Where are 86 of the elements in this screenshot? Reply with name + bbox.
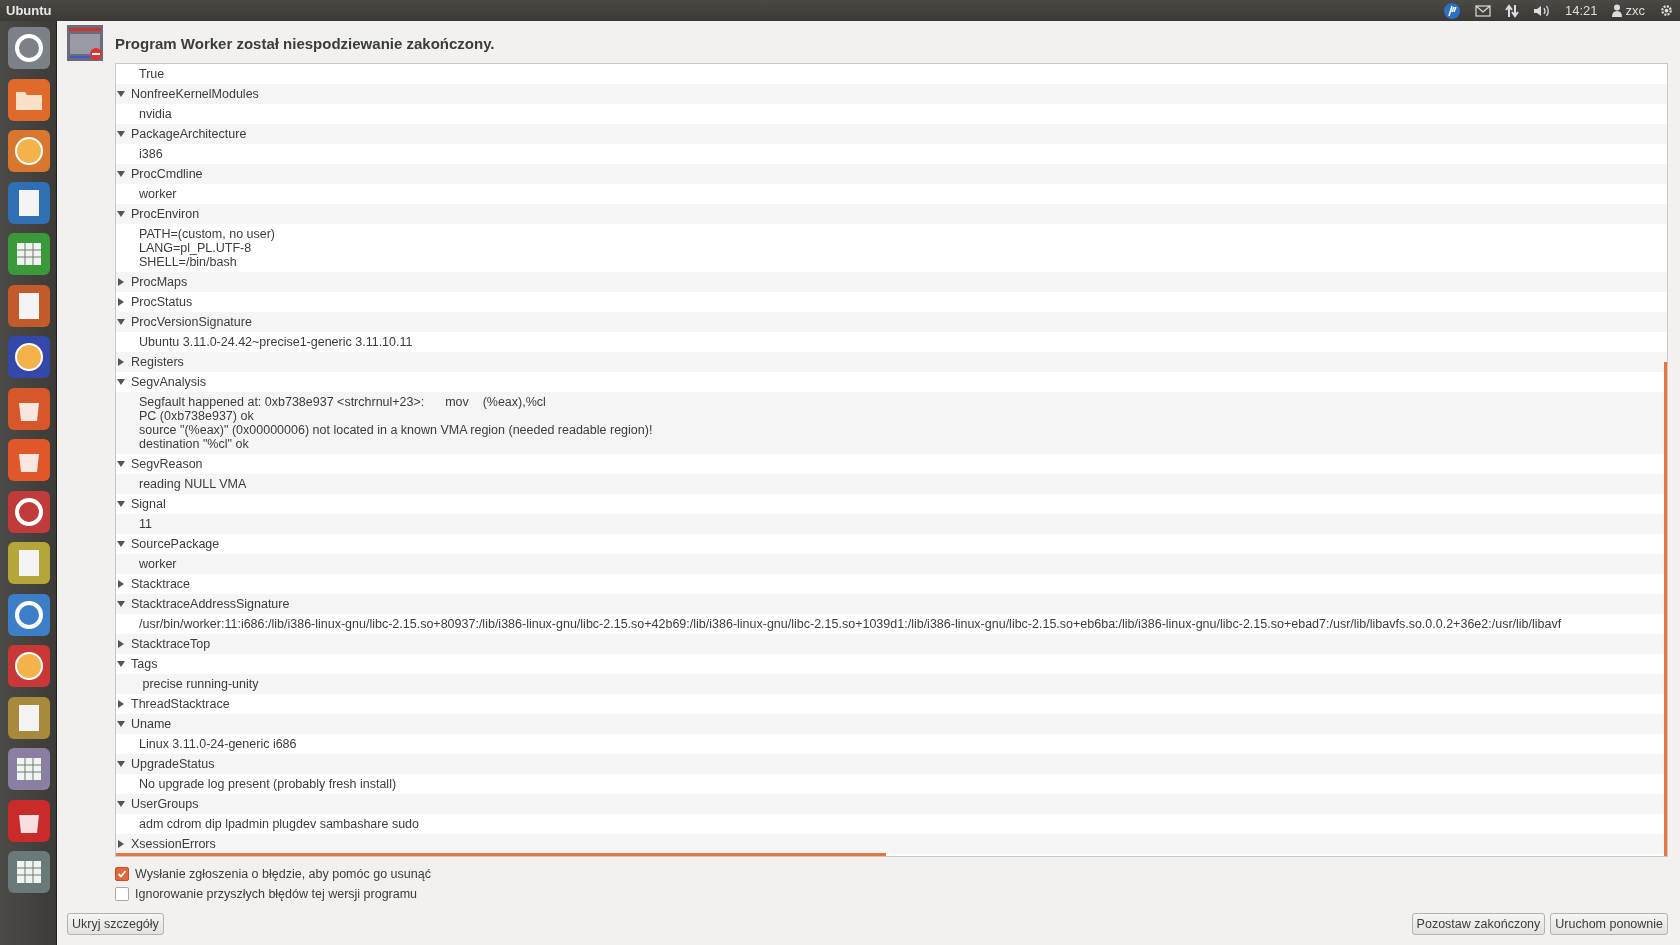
expanded-arrow-icon[interactable] (117, 90, 125, 98)
hide-details-button[interactable]: Ukryj szczegóły (67, 913, 164, 935)
checkbox-label[interactable]: Wysłanie zgłoszenia o błędzie, aby pomóc go usunąć (135, 867, 431, 881)
field-value: 11 (139, 517, 152, 531)
presentation-icon[interactable] (6, 283, 51, 328)
user-icon[interactable] (1611, 4, 1622, 17)
expanded-arrow-icon[interactable] (117, 170, 125, 178)
field-value: worker (139, 187, 177, 201)
expanded-arrow-icon[interactable] (117, 540, 125, 548)
collapsed-arrow-icon[interactable] (117, 580, 125, 588)
volume-icon[interactable] (1532, 3, 1551, 18)
collapsed-arrow-icon[interactable] (117, 640, 125, 648)
field-value: SHELL=/bin/bash (139, 255, 237, 269)
document-icon[interactable] (6, 180, 51, 225)
field-name[interactable]: ThreadStacktrace (131, 697, 230, 711)
field-value: precise running-unity (141, 677, 259, 691)
field-name[interactable]: Stacktrace (131, 577, 191, 591)
field-name[interactable]: StacktraceTop (131, 637, 211, 651)
folder-icon[interactable] (6, 77, 51, 122)
field-name[interactable]: ProcEnviron (131, 207, 200, 221)
expanded-arrow-icon[interactable] (117, 720, 125, 728)
field-value: /usr/bin/worker:11:i686:/lib/i386-linux-gnu/libc-2.15.so+80937:/lib/i386-linux-gnu/libc-2.15.so+42b69:/lib/i386-linux-gnu/libc-2.15.so+1039d1:/lib/i386-linux-gnu/libc-2.15.so+eb6ba:/lib/i386-linux-gnu/libc-2.15.so+ebad7:/usr/lib/libavfs.so.0.0.2+36e2:/usr/lib/libavf (139, 617, 1562, 631)
field-name[interactable]: StacktraceAddressSignature (131, 597, 290, 611)
field-name[interactable]: SourcePackage (131, 537, 220, 551)
top-bar-title: Ubuntu (6, 3, 52, 18)
field-value: PC (0xb738e937) ok (139, 409, 254, 423)
field-name[interactable]: ProcMaps (131, 275, 188, 289)
field-name[interactable]: Signal (131, 497, 166, 511)
expanded-arrow-icon[interactable] (117, 500, 125, 508)
user-name[interactable]: zxc (1625, 3, 1645, 18)
field-value: Segfault happened at: 0xb738e937 <strchrnul+23>: mov (%eax),%cl (139, 395, 546, 409)
field-name[interactable]: PackageArchitecture (131, 127, 247, 141)
field-value: Linux 3.11.0-24-generic i686 (139, 737, 297, 751)
relaunch-button[interactable]: Uruchom ponownie (1550, 913, 1668, 935)
collapsed-arrow-icon[interactable] (117, 840, 125, 848)
settings-icon[interactable] (1659, 3, 1674, 18)
field-name[interactable]: Registers (131, 355, 184, 369)
field-value: adm cdrom dip lpadmin plugdev sambashare sudo (139, 817, 420, 831)
network-arrows-icon[interactable] (1504, 3, 1519, 18)
field-name[interactable]: Tags (131, 657, 158, 671)
field-name[interactable]: UpgradeStatus (131, 757, 215, 771)
expanded-arrow-icon[interactable] (117, 210, 125, 218)
leave-closed-button[interactable]: Pozostaw zakończony (1411, 913, 1546, 935)
expanded-arrow-icon[interactable] (117, 460, 125, 468)
checkbox[interactable] (115, 867, 129, 881)
field-value: No upgrade log present (probably fresh install) (139, 777, 397, 791)
clock[interactable]: 14:21 (1564, 3, 1598, 18)
field-name[interactable]: SegvAnalysis (131, 375, 207, 389)
crashed-app-icon (67, 25, 103, 61)
field-name[interactable]: ProcStatus (131, 295, 193, 309)
window-app-icon[interactable] (6, 747, 51, 791)
collapsed-arrow-icon[interactable] (117, 358, 125, 366)
dialog-title: Program Worker został niespodziewanie zakończony. (115, 34, 495, 52)
expanded-arrow-icon[interactable] (117, 600, 125, 608)
field-name[interactable]: SegvReason (131, 457, 203, 471)
field-name[interactable]: UserGroups (131, 797, 199, 811)
checkbox-label[interactable]: Ignorowanie przyszłych błędów tej wersji programu (135, 887, 418, 901)
collapsed-arrow-icon[interactable] (117, 298, 125, 306)
field-value: True (139, 67, 165, 81)
field-name[interactable]: ProcCmdline (131, 167, 203, 181)
spreadsheet-icon[interactable] (6, 232, 51, 276)
field-name[interactable]: XsessionErrors (131, 837, 216, 851)
circle-app-icon[interactable] (6, 592, 51, 637)
expanded-arrow-icon[interactable] (117, 660, 125, 668)
field-value: PATH=(custom, no user) (139, 227, 276, 241)
field-value: i386 (139, 147, 163, 161)
collapsed-arrow-icon[interactable] (117, 278, 125, 286)
field-name[interactable]: NonfreeKernelModules (131, 87, 259, 101)
collapsed-arrow-icon[interactable] (117, 700, 125, 708)
expanded-arrow-icon[interactable] (117, 760, 125, 768)
field-value: nvidia (139, 107, 172, 121)
field-value: worker (139, 557, 177, 571)
field-value: Ubuntu 3.11.0-24.42~precise1-generic 3.11.10.11 (139, 335, 413, 349)
checkbox[interactable] (115, 887, 129, 901)
field-value: destination "%cl" ok (139, 437, 249, 451)
field-name[interactable]: ProcVersionSignature (131, 315, 252, 329)
field-value: LANG=pl_PL.UTF-8 (139, 241, 252, 255)
field-name[interactable]: Uname (131, 717, 172, 731)
expanded-arrow-icon[interactable] (117, 378, 125, 386)
expanded-arrow-icon[interactable] (117, 800, 125, 808)
expanded-arrow-icon[interactable] (117, 130, 125, 138)
square-app-icon[interactable] (6, 438, 51, 482)
field-value: reading NULL VMA (139, 477, 247, 491)
expanded-arrow-icon[interactable] (117, 318, 125, 326)
field-value: source "(%eax)" (0x00000006) not located in a known VMA region (needed readable region)! (139, 423, 653, 437)
mail-icon[interactable] (1474, 4, 1491, 17)
